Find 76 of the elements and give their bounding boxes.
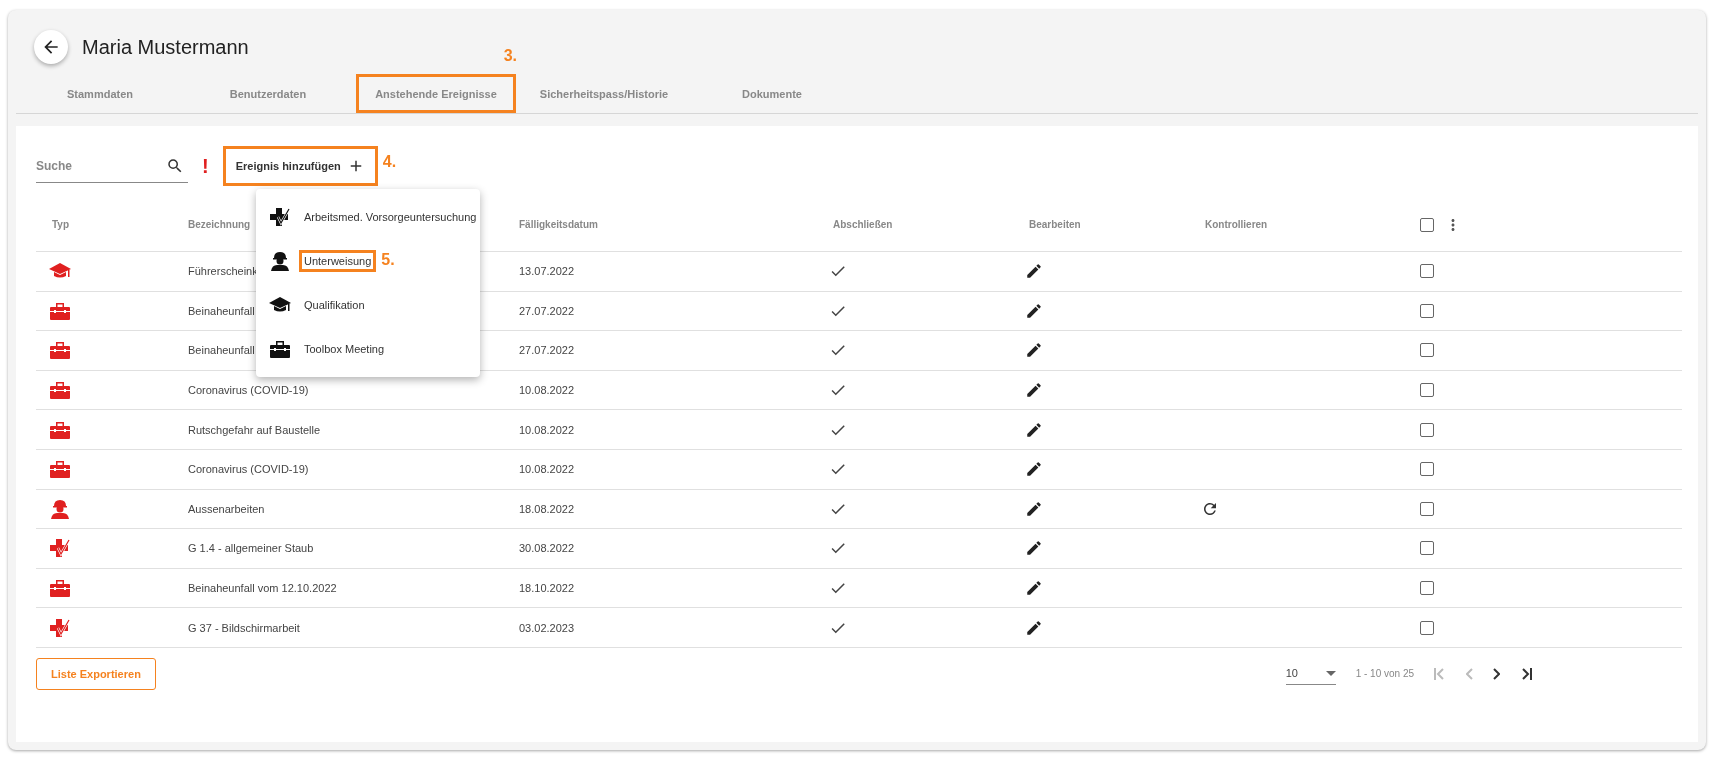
row-checkbox[interactable] xyxy=(1420,422,1434,437)
chevron-icon xyxy=(1493,667,1500,680)
table-cell: G 1.4 - allgemeiner Staub xyxy=(188,542,314,555)
table-cell: 30.08.2022 xyxy=(519,542,575,555)
edit-icon[interactable] xyxy=(1025,420,1043,439)
page-title: Maria Mustermann xyxy=(82,35,249,59)
table-cell: 18.08.2022 xyxy=(519,502,575,515)
table-cell: G 37 - Bildschirmarbeit xyxy=(188,621,300,634)
edit-icon[interactable] xyxy=(1025,539,1043,558)
toolbox-icon xyxy=(48,577,72,600)
edit-icon[interactable] xyxy=(1025,301,1043,320)
column-header: Fälligkeitsdatum xyxy=(518,219,599,230)
edit-icon[interactable] xyxy=(1025,262,1043,281)
table-cell: 10.08.2022 xyxy=(519,423,575,436)
worker-icon xyxy=(48,497,72,520)
table-cell: Beinaheunfall vom 12.10.2022 xyxy=(188,582,337,595)
dropdown-caret-icon xyxy=(1325,670,1336,676)
table-cell: 27.07.2022 xyxy=(519,344,575,357)
bar-chevron-icon xyxy=(1434,667,1446,680)
select-all-checkbox[interactable] xyxy=(1420,217,1434,232)
table-cell: 18.10.2022 xyxy=(519,582,575,595)
row-checkbox[interactable] xyxy=(1420,620,1434,635)
row-checkbox[interactable] xyxy=(1420,264,1434,279)
step-number: 3. xyxy=(503,47,517,65)
edit-icon[interactable] xyxy=(1025,579,1043,598)
back-button[interactable] xyxy=(34,30,68,64)
next-page-button[interactable] xyxy=(1493,667,1500,680)
alert-mark: ! xyxy=(202,154,209,178)
toolbox-icon xyxy=(268,338,292,360)
row-checkbox[interactable] xyxy=(1420,501,1434,516)
column-header: Bearbeiten xyxy=(1028,219,1082,230)
toolbox-icon xyxy=(48,379,72,402)
menu-item[interactable]: Arbeitsmed. Vorsorgeuntersuchung xyxy=(299,206,482,228)
table-cell: Rutschgefahr auf Baustelle xyxy=(188,423,321,436)
column-header: Typ xyxy=(51,219,71,230)
table-cell: Beinaheunfall xyxy=(188,344,255,357)
row-checkbox[interactable] xyxy=(1420,343,1434,358)
edit-icon[interactable] xyxy=(1025,499,1043,518)
table-cell: Aussenarbeiten xyxy=(188,502,265,515)
page-size-select[interactable]: 10 xyxy=(1285,662,1336,685)
row-checkbox[interactable] xyxy=(1420,462,1434,477)
table-cell: Coronavirus (COVID-19) xyxy=(188,463,309,476)
column-header: Bezeichnung xyxy=(187,219,252,230)
edit-icon[interactable] xyxy=(1025,460,1043,479)
step-number: 4. xyxy=(382,153,397,171)
table-cell: Coronavirus (COVID-19) xyxy=(188,384,309,397)
row-checkbox[interactable] xyxy=(1420,541,1434,556)
menu-item[interactable]: Qualifikation xyxy=(299,294,370,316)
column-header: Abschließen xyxy=(832,219,894,230)
edit-icon[interactable] xyxy=(1025,618,1043,637)
table-cell: Führerscheink xyxy=(188,265,258,278)
worker-icon xyxy=(268,250,292,272)
row-checkbox[interactable] xyxy=(1420,303,1434,318)
page-range: 1 - 10 von 25 xyxy=(1355,668,1414,680)
row-checkbox[interactable] xyxy=(1420,383,1434,398)
menu-item[interactable]: Toolbox Meeting xyxy=(299,338,390,360)
edit-icon[interactable] xyxy=(1025,381,1043,400)
last-page-button[interactable] xyxy=(1520,667,1532,680)
column-header: Kontrollieren xyxy=(1204,219,1269,230)
table-cell: 10.08.2022 xyxy=(519,384,575,397)
search-icon[interactable] xyxy=(166,157,184,175)
medical-cross-icon xyxy=(48,616,72,639)
edit-icon[interactable] xyxy=(1025,341,1043,360)
medical-cross-icon xyxy=(268,206,292,228)
row-checkbox[interactable] xyxy=(1420,581,1434,596)
table-cell: 27.07.2022 xyxy=(519,304,575,317)
table-cell: 03.02.2023 xyxy=(519,621,575,634)
bar-chevron-icon xyxy=(1520,667,1532,680)
toolbox-icon xyxy=(48,458,72,481)
table-cell: Beinaheunfall xyxy=(188,304,255,317)
table-cell: 10.08.2022 xyxy=(519,463,575,476)
medical-cross-icon xyxy=(48,537,72,560)
table-cell: 13.07.2022 xyxy=(519,265,575,278)
chevron-icon xyxy=(1466,667,1473,680)
toolbox-icon xyxy=(48,339,72,362)
step-number: 5. xyxy=(381,251,395,269)
